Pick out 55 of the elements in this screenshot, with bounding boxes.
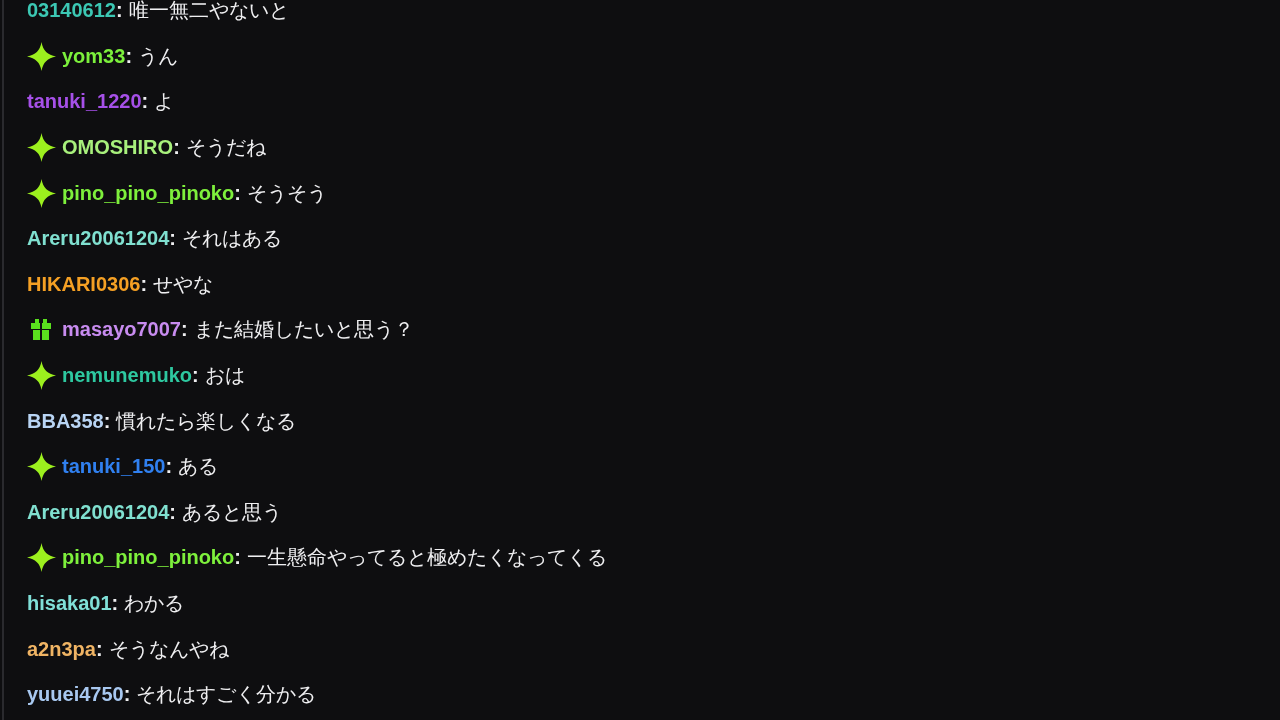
chat-message-text: わかる [124, 591, 185, 616]
chat-message-text: また結婚したいと思う？ [193, 317, 414, 343]
chat-message-text: そうそう [246, 180, 327, 206]
username[interactable]: Areru20061204 [27, 227, 170, 251]
chat-message-text: 唯一無二やないと [128, 0, 289, 24]
colon-separator: : [234, 181, 241, 205]
colon-separator: : [111, 592, 119, 615]
chat-message-text: うん [138, 43, 179, 69]
sparkle-icon [27, 41, 56, 71]
sparkle-icon [27, 543, 56, 573]
username[interactable]: nemunemuko [62, 364, 193, 388]
colon-separator: : [141, 90, 149, 114]
username[interactable]: BBA358 [27, 409, 104, 433]
colon-separator: : [192, 364, 199, 388]
username[interactable]: hisaka01 [27, 592, 112, 615]
chat-message-text: おは [204, 363, 245, 389]
username[interactable]: tanuki_150 [62, 455, 166, 479]
username[interactable]: 03140612 [27, 0, 116, 23]
username[interactable]: tanuki_1220 [27, 90, 142, 114]
colon-separator: : [181, 318, 188, 342]
colon-separator: : [173, 136, 180, 160]
colon-separator: : [123, 683, 131, 707]
username[interactable]: pino_pino_pinoko [62, 546, 235, 570]
colon-separator: : [169, 227, 176, 251]
sparkle-icon [27, 178, 56, 208]
chat-message-text: 一生懸命やってると極めたくなってくる [246, 545, 607, 571]
username[interactable]: yuuei4750 [27, 683, 124, 707]
colon-separator: : [116, 0, 123, 23]
username[interactable]: OMOSHIRO [62, 136, 174, 160]
chat-message-text: それはすごく分かる [136, 682, 317, 708]
colon-separator: : [125, 44, 133, 68]
username[interactable]: Areru20061204 [27, 500, 170, 524]
colon-separator: : [165, 455, 173, 479]
username[interactable]: masayo7007 [62, 318, 181, 342]
chat-message-text: あると思う [182, 499, 282, 525]
chat-message-text: そうなんやね [108, 636, 229, 662]
sparkle-icon [27, 361, 56, 391]
chat-message-text: ある [178, 454, 219, 480]
username[interactable]: HIKARI0306 [27, 272, 141, 296]
colon-separator: : [95, 637, 103, 661]
colon-separator: : [140, 272, 148, 296]
username[interactable]: yom33 [62, 44, 126, 68]
username[interactable]: pino_pino_pinoko [62, 181, 235, 205]
colon-separator: : [103, 409, 111, 433]
gift-icon [30, 318, 52, 341]
chat-message-text: せやな [153, 271, 214, 297]
colon-separator: : [234, 546, 241, 570]
chat-message-text: よ [154, 89, 175, 115]
sparkle-icon [27, 452, 56, 482]
chat-message-text: 慣れたら楽しくなる [116, 408, 297, 434]
username[interactable]: a2n3pa [27, 637, 96, 661]
chat-message-text: そうだね [185, 135, 266, 161]
colon-separator: : [169, 500, 176, 524]
chat-message-text: それはある [182, 226, 282, 252]
sparkle-icon [27, 133, 56, 163]
